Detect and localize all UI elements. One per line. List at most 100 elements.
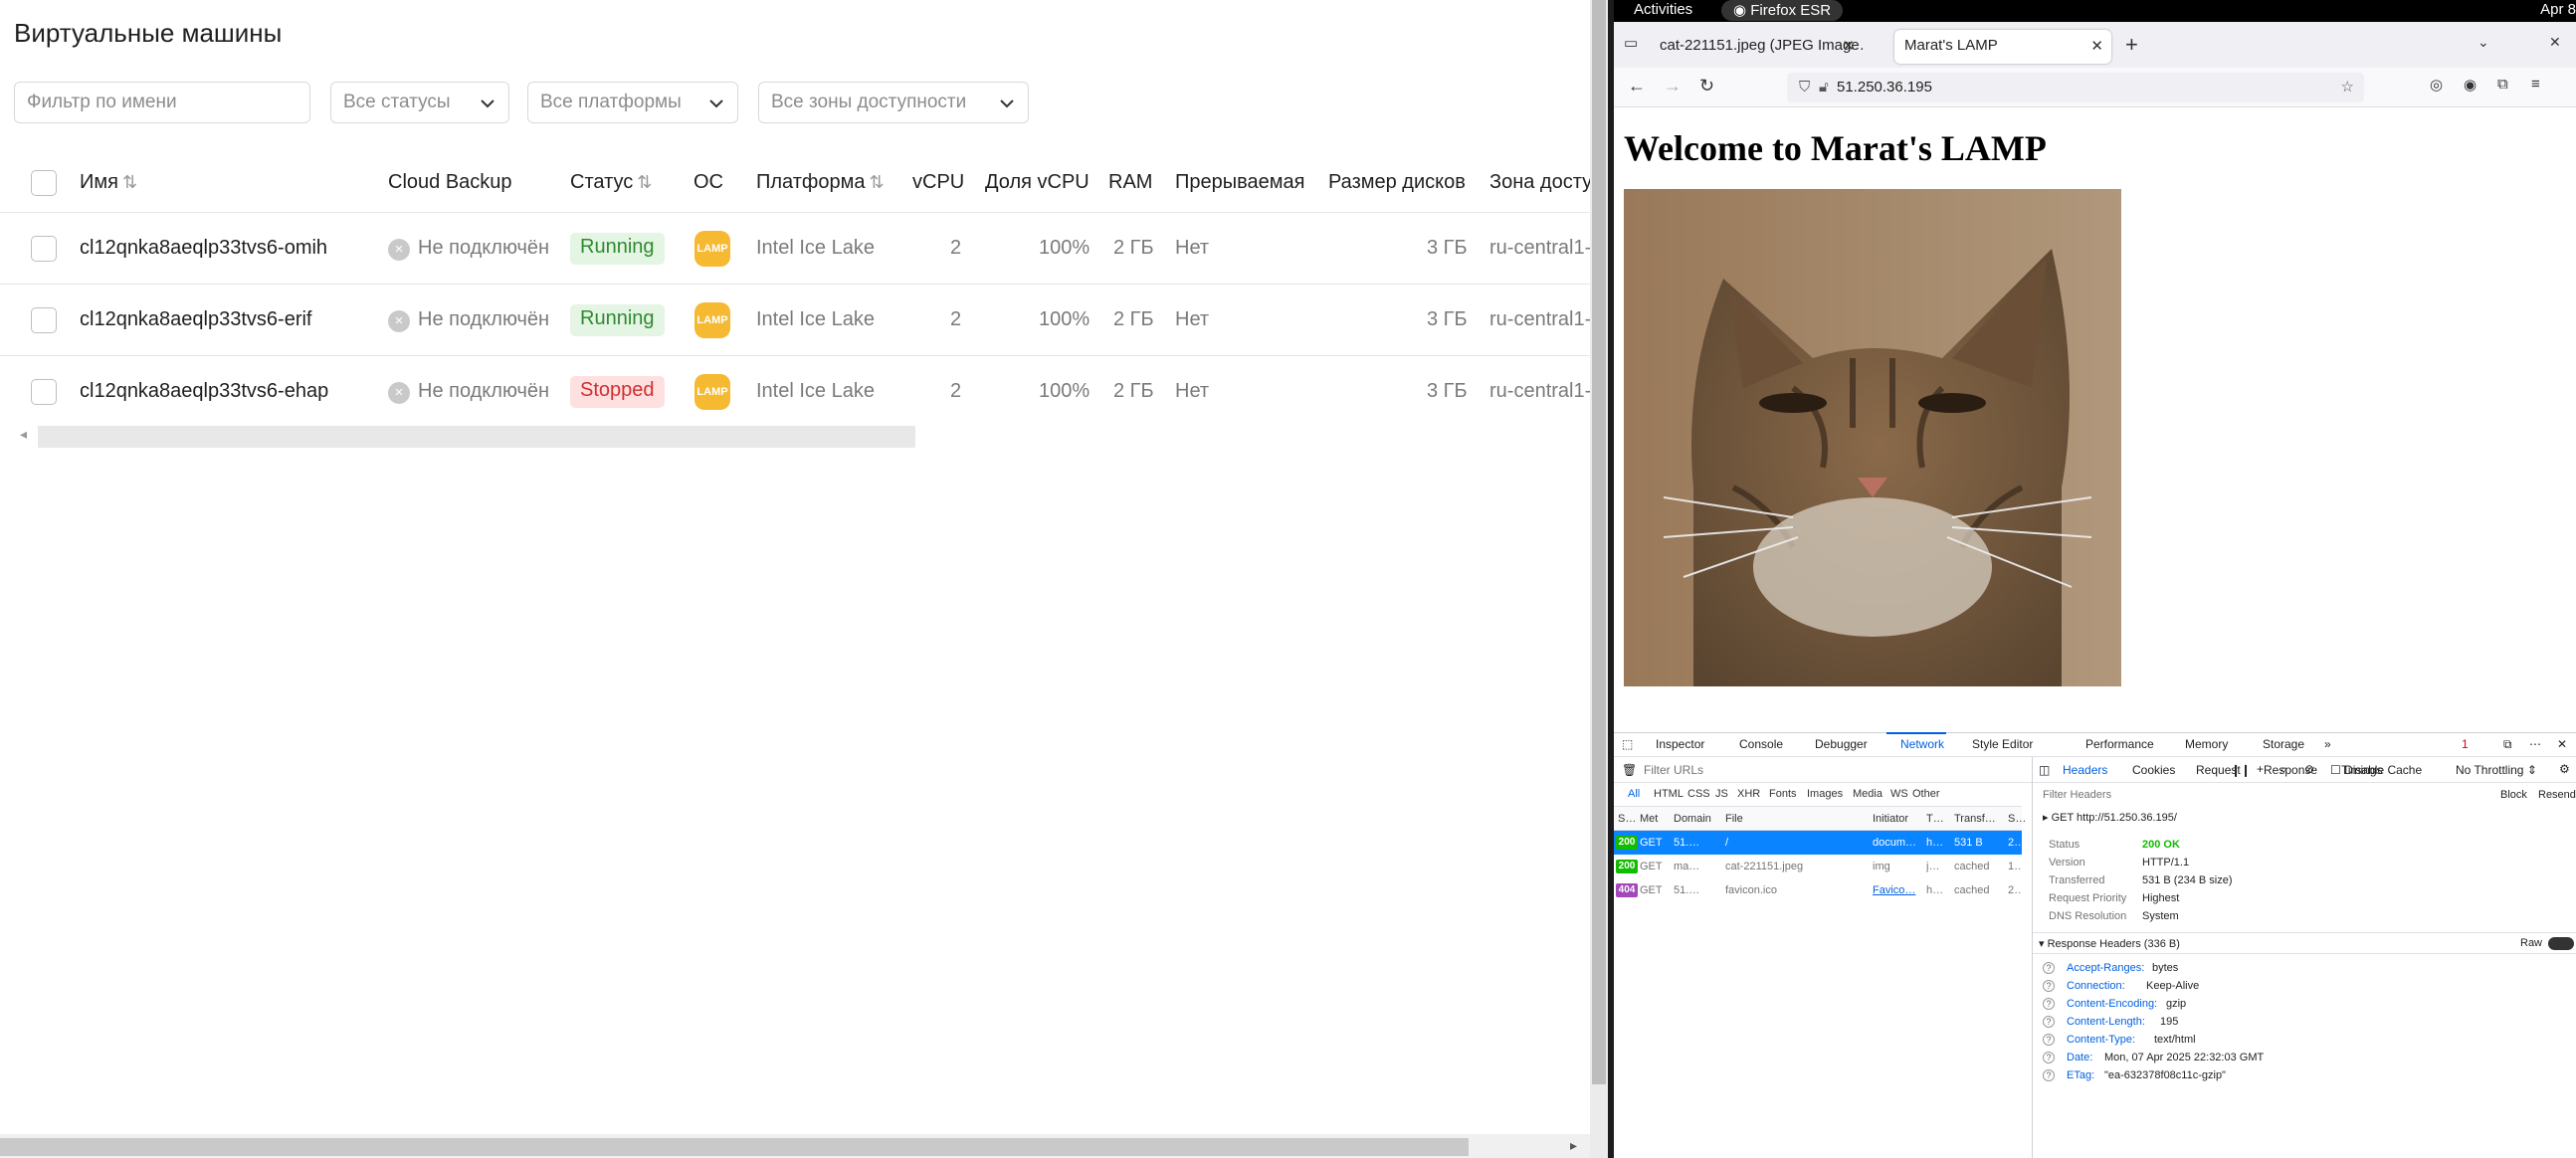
- raw-toggle[interactable]: [2548, 937, 2574, 950]
- status-code: 200: [1616, 836, 1638, 850]
- type-fonts[interactable]: Fonts: [1769, 788, 1797, 800]
- tab-timings[interactable]: Timings: [2341, 763, 2383, 777]
- sidebar-toggle-icon[interactable]: ◫: [2039, 763, 2050, 777]
- col-type[interactable]: T…: [1926, 813, 1944, 825]
- close-devtools-icon[interactable]: ✕: [2557, 737, 2567, 751]
- row-checkbox[interactable]: [31, 379, 57, 405]
- response-headers-section[interactable]: ▾ Response Headers (336 B) Raw: [2033, 932, 2576, 954]
- col-transferred[interactable]: Transf…: [1954, 813, 1996, 825]
- column-header-name[interactable]: Имя ⇅: [80, 171, 137, 194]
- status-filter-select[interactable]: Все статусы: [330, 82, 509, 123]
- tab-marats-lamp[interactable]: Marat's LAMP ✕: [1894, 30, 2111, 64]
- column-header-status[interactable]: Статус ⇅: [570, 171, 652, 194]
- type-all[interactable]: All: [1628, 788, 1640, 800]
- close-icon[interactable]: ✕: [1842, 37, 1855, 55]
- url-bar[interactable]: ⛉ 🔓︎ 51.250.36.195 ☆: [1787, 73, 2364, 102]
- tab-cat-image[interactable]: cat-221151.jpeg (JPEG Image… ✕: [1650, 30, 1863, 64]
- shield-icon[interactable]: ⛉: [1799, 79, 1810, 96]
- vm-name-link[interactable]: cl12qnka8aeqlp33tvs6-omih: [80, 237, 327, 260]
- select-all-checkbox[interactable]: [31, 170, 57, 196]
- type-css[interactable]: CSS: [1687, 788, 1710, 800]
- app-menu[interactable]: ◉ Firefox ESR: [1721, 0, 1844, 21]
- col-domain[interactable]: Domain: [1674, 813, 1711, 825]
- resend-button[interactable]: Resend: [2538, 789, 2576, 801]
- request-row[interactable]: 200 GET ma… cat-221151.jpeg img j… cache…: [1614, 855, 2022, 878]
- scroll-right-arrow-icon[interactable]: ▸: [1570, 1137, 1577, 1154]
- more-options-icon[interactable]: ⋯: [2529, 737, 2541, 751]
- tab-cookies[interactable]: Cookies: [2132, 763, 2175, 777]
- table-row[interactable]: cl12qnka8aeqlp33tvs6-ehap × Не подключён…: [0, 355, 1590, 427]
- zone-filter-select[interactable]: Все зоны доступности: [758, 82, 1029, 123]
- request-row[interactable]: 404 GET 51.… favicon.ico Favico… h… cach…: [1614, 878, 2022, 902]
- type-other[interactable]: Other: [1912, 788, 1940, 800]
- block-button[interactable]: Block: [2500, 789, 2527, 801]
- vm-name-link[interactable]: cl12qnka8aeqlp33tvs6-erif: [80, 308, 312, 331]
- tab-console[interactable]: Console: [1739, 737, 1783, 751]
- close-window-icon[interactable]: ✕: [2549, 34, 2561, 51]
- vm-name-link[interactable]: cl12qnka8aeqlp33tvs6-ehap: [80, 380, 328, 403]
- table-row[interactable]: cl12qnka8aeqlp33tvs6-erif × Не подключён…: [0, 284, 1590, 355]
- col-file[interactable]: File: [1725, 813, 1743, 825]
- page-horizontal-scrollbar-thumb[interactable]: [0, 1138, 1469, 1156]
- dock-icon[interactable]: ⧉: [2503, 737, 2512, 752]
- menu-icon[interactable]: ≡: [2531, 76, 2540, 93]
- col-status[interactable]: S…: [1618, 813, 1636, 825]
- pocket-icon[interactable]: ◎: [2430, 76, 2443, 94]
- tab-list-icon[interactable]: ▭: [1624, 34, 1638, 52]
- type-html[interactable]: HTML: [1654, 788, 1684, 800]
- tab-storage[interactable]: Storage: [2263, 737, 2304, 751]
- type-js[interactable]: JS: [1715, 788, 1728, 800]
- new-tab-icon[interactable]: +: [2125, 32, 2138, 58]
- type-images[interactable]: Images: [1807, 788, 1843, 800]
- vcpu-value: 2: [950, 237, 962, 259]
- lock-insecure-icon[interactable]: 🔓︎: [1819, 79, 1829, 96]
- request-row[interactable]: 200 GET 51.… / docum… h… 531 B 2…: [1614, 831, 2022, 855]
- row-checkbox[interactable]: [31, 307, 57, 333]
- activities-button[interactable]: Activities: [1634, 1, 1692, 18]
- close-icon[interactable]: ✕: [2090, 37, 2103, 55]
- error-count-badge[interactable]: 1: [2462, 737, 2469, 751]
- account-icon[interactable]: ◉: [2464, 76, 2477, 94]
- type-media[interactable]: Media: [1853, 788, 1882, 800]
- domain: ma…: [1674, 861, 1700, 872]
- filter-headers-input[interactable]: Filter Headers: [2043, 789, 2111, 801]
- request-get-line[interactable]: ▸ GET http://51.250.36.195/: [2043, 811, 2177, 824]
- pick-element-icon[interactable]: ⬚: [1622, 737, 1633, 751]
- details-tabs: ◫ Headers Cookies Request Response Timin…: [2033, 757, 2576, 783]
- table-row[interactable]: cl12qnka8aeqlp33tvs6-omih × Не подключён…: [0, 212, 1590, 284]
- chevron-down-icon[interactable]: ⌄: [2477, 34, 2489, 51]
- col-size[interactable]: S…: [2008, 813, 2026, 825]
- column-header-platform[interactable]: Платформа ⇅: [756, 171, 885, 194]
- extensions-icon[interactable]: ⧉: [2497, 76, 2508, 93]
- bookmark-star-icon[interactable]: ☆: [2341, 78, 2354, 96]
- tab-network[interactable]: Network: [1885, 732, 1947, 751]
- name-filter-input[interactable]: Фильтр по имени: [14, 82, 310, 123]
- col-method[interactable]: Met: [1640, 813, 1658, 825]
- type-xhr[interactable]: XHR: [1737, 788, 1760, 800]
- tab-headers[interactable]: Headers: [2063, 763, 2107, 777]
- back-icon[interactable]: ←: [1628, 76, 1646, 96]
- initiator-link[interactable]: Favico…: [1873, 884, 1922, 896]
- reload-icon[interactable]: ↻: [1699, 76, 1714, 96]
- tab-style-editor[interactable]: Style Editor: [1972, 737, 2033, 751]
- filter-urls-input[interactable]: Filter URLs: [1644, 763, 1703, 777]
- clock[interactable]: Apr 8: [2540, 1, 2576, 18]
- tab-inspector[interactable]: Inspector: [1656, 737, 1704, 751]
- scroll-left-arrow-icon[interactable]: ◂: [20, 426, 27, 443]
- tab-request[interactable]: Request: [2196, 763, 2241, 777]
- page-vertical-scrollbar-thumb[interactable]: [1592, 0, 1606, 1084]
- type-ws[interactable]: WS: [1890, 788, 1908, 800]
- more-tools-icon[interactable]: »: [2324, 737, 2331, 751]
- tab-debugger[interactable]: Debugger: [1815, 737, 1868, 751]
- forward-icon[interactable]: →: [1664, 76, 1682, 96]
- row-checkbox[interactable]: [31, 236, 57, 262]
- col-initiator[interactable]: Initiator: [1873, 813, 1908, 825]
- response-headers-title: ▾ Response Headers (336 B): [2039, 938, 2180, 950]
- tab-performance[interactable]: Performance: [2085, 737, 2154, 751]
- trash-icon[interactable]: 🗑︎: [1622, 763, 1637, 777]
- tab-memory[interactable]: Memory: [2185, 737, 2228, 751]
- platform-filter-select[interactable]: Все платформы: [527, 82, 738, 123]
- table-horizontal-scrollbar[interactable]: [38, 426, 915, 448]
- table-header: Имя ⇅ Cloud Backup Статус ⇅ ОС Платформа ⇅ …: [0, 157, 1590, 209]
- tab-response[interactable]: Response: [2264, 763, 2317, 777]
